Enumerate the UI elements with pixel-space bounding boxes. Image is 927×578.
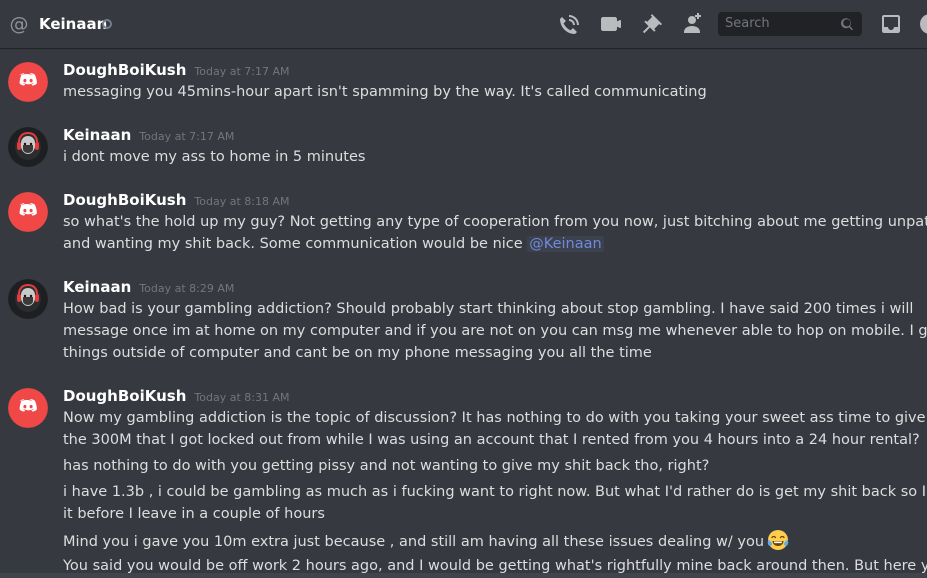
message-line: so what's the hold up my guy? Not gettin… [63,214,927,230]
avatar[interactable] [8,192,48,232]
message-line: Mind you i gave you 10m extra just becau… [63,529,913,553]
message-line: message once im at home on my computer a… [63,323,927,339]
message-timestamp: Today at 8:18 AM [194,195,290,208]
avatar[interactable] [8,62,48,102]
discord-logo-icon [8,388,48,428]
discord-logo-icon [8,192,48,232]
gorilla-avatar-icon [8,279,48,319]
message-timestamp: Today at 7:17 AM [139,130,235,143]
at-icon: @ [9,13,29,35]
author-name[interactable]: Keinaan [63,126,131,144]
add-friend-icon[interactable] [680,12,704,36]
channel-name[interactable]: Keinaan [39,14,107,34]
help-icon[interactable] [918,12,927,36]
message-author[interactable]: DoughBoiKush Today at 7:17 AM [63,60,289,82]
message-line: it before I leave in a couple of hours [63,506,325,522]
message-line: things outside of computer and cant be o… [63,345,652,361]
call-icon[interactable] [558,12,582,36]
message-line: i have 1.3b , i could be gambling as muc… [63,484,927,500]
author-name[interactable]: DoughBoiKush [63,387,186,405]
search-icon [840,16,856,32]
message-timestamp: Today at 8:31 AM [194,391,290,404]
author-name[interactable]: DoughBoiKush [63,191,186,209]
message-author[interactable]: Keinaan Today at 8:29 AM [63,277,234,299]
user-mention[interactable]: @Keinaan [527,236,604,252]
message-author[interactable]: DoughBoiKush Today at 8:18 AM [63,190,289,212]
channel-header: @ Keinaan Search [0,0,927,48]
search-placeholder: Search [725,16,770,31]
video-icon[interactable] [599,12,623,36]
avatar[interactable] [8,388,48,428]
author-name[interactable]: Keinaan [63,278,131,296]
author-name[interactable]: DoughBoiKush [63,61,186,79]
message-list: DoughBoiKush Today at 7:17 AM messaging y… [0,48,927,578]
message-author[interactable]: Keinaan Today at 7:17 AM [63,125,234,147]
status-icon [102,19,112,29]
gorilla-avatar-icon [8,127,48,167]
message-line: How bad is your gambling addiction? Shou… [63,301,914,317]
discord-logo-icon [8,62,48,102]
avatar[interactable] [8,127,48,167]
message-line: messaging you 45mins-hour apart isn't sp… [63,84,707,100]
message-timestamp: Today at 7:17 AM [194,65,290,78]
avatar[interactable] [8,279,48,319]
joy-emoji-icon [767,529,789,551]
pin-icon[interactable] [640,12,664,36]
dm-window: @ Keinaan Search DoughBoiKush Today at 7… [0,0,927,578]
message-composer[interactable] [0,573,927,578]
message-text: and wanting my shit back. Some communica… [63,236,523,252]
inbox-icon[interactable] [879,12,903,36]
message-line: Now my gambling addiction is the topic o… [63,410,927,426]
message-timestamp: Today at 8:29 AM [139,282,235,295]
message-author[interactable]: DoughBoiKush Today at 8:31 AM [63,386,289,408]
message-text: Mind you i gave you 10m extra just becau… [63,534,765,550]
search-input[interactable]: Search [718,12,862,36]
message-line: the 300M that I got locked out from whil… [63,432,920,448]
message-line: i dont move my ass to home in 5 minutes [63,149,366,165]
message-line: has nothing to do with you getting pissy… [63,458,710,474]
message-line: and wanting my shit back. Some communica… [63,233,913,255]
